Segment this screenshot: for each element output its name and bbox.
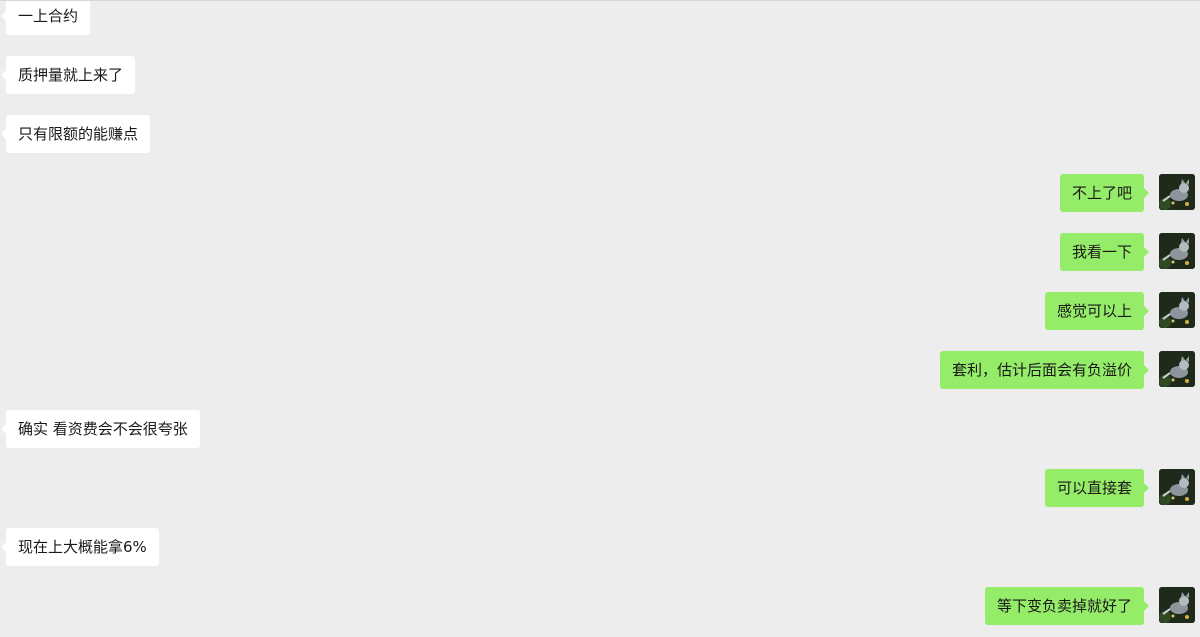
outgoing-message-bubble[interactable]: 感觉可以上	[1044, 292, 1150, 330]
outgoing-message-bubble[interactable]: 可以直接套	[1044, 469, 1150, 507]
incoming-message-bubble[interactable]: 一上合约	[0, 1, 91, 35]
cat-avatar-icon[interactable]	[1159, 174, 1195, 210]
message-row: 我看一下	[1059, 233, 1195, 271]
incoming-message-bubble[interactable]: 现在上大概能拿6%	[1, 528, 159, 566]
cat-avatar-icon[interactable]	[1159, 469, 1195, 505]
incoming-message-bubble[interactable]: 只有限额的能赚点	[0, 115, 151, 153]
outgoing-message-bubble[interactable]: 等下变负卖掉就好了	[984, 587, 1150, 625]
message-row: 质押量就上来了	[0, 56, 136, 94]
outgoing-message-bubble[interactable]: 不上了吧	[1059, 174, 1150, 212]
message-row: 感觉可以上	[1044, 292, 1195, 330]
chat-message-area[interactable]: 一上合约 质押量就上来了 只有限额的能赚点 不上了吧 我看一下 感觉可以上 套利…	[0, 0, 1200, 637]
message-row: 套利，估计后面会有负溢价	[939, 351, 1195, 389]
message-row: 一上合约	[0, 1, 91, 35]
message-row: 只有限额的能赚点	[0, 115, 151, 153]
message-row: 等下变负卖掉就好了	[984, 587, 1195, 625]
message-row: 确实 看资费会不会很夸张	[1, 410, 200, 448]
cat-avatar-icon[interactable]	[1159, 351, 1195, 387]
incoming-message-bubble[interactable]: 确实 看资费会不会很夸张	[1, 410, 200, 448]
cat-avatar-icon[interactable]	[1159, 587, 1195, 623]
message-row: 可以直接套	[1044, 469, 1195, 507]
message-row: 现在上大概能拿6%	[1, 528, 159, 566]
incoming-message-bubble[interactable]: 质押量就上来了	[0, 56, 136, 94]
cat-avatar-icon[interactable]	[1159, 292, 1195, 328]
outgoing-message-bubble[interactable]: 我看一下	[1059, 233, 1150, 271]
message-row: 不上了吧	[1059, 174, 1195, 212]
cat-avatar-icon[interactable]	[1159, 233, 1195, 269]
outgoing-message-bubble[interactable]: 套利，估计后面会有负溢价	[939, 351, 1150, 389]
